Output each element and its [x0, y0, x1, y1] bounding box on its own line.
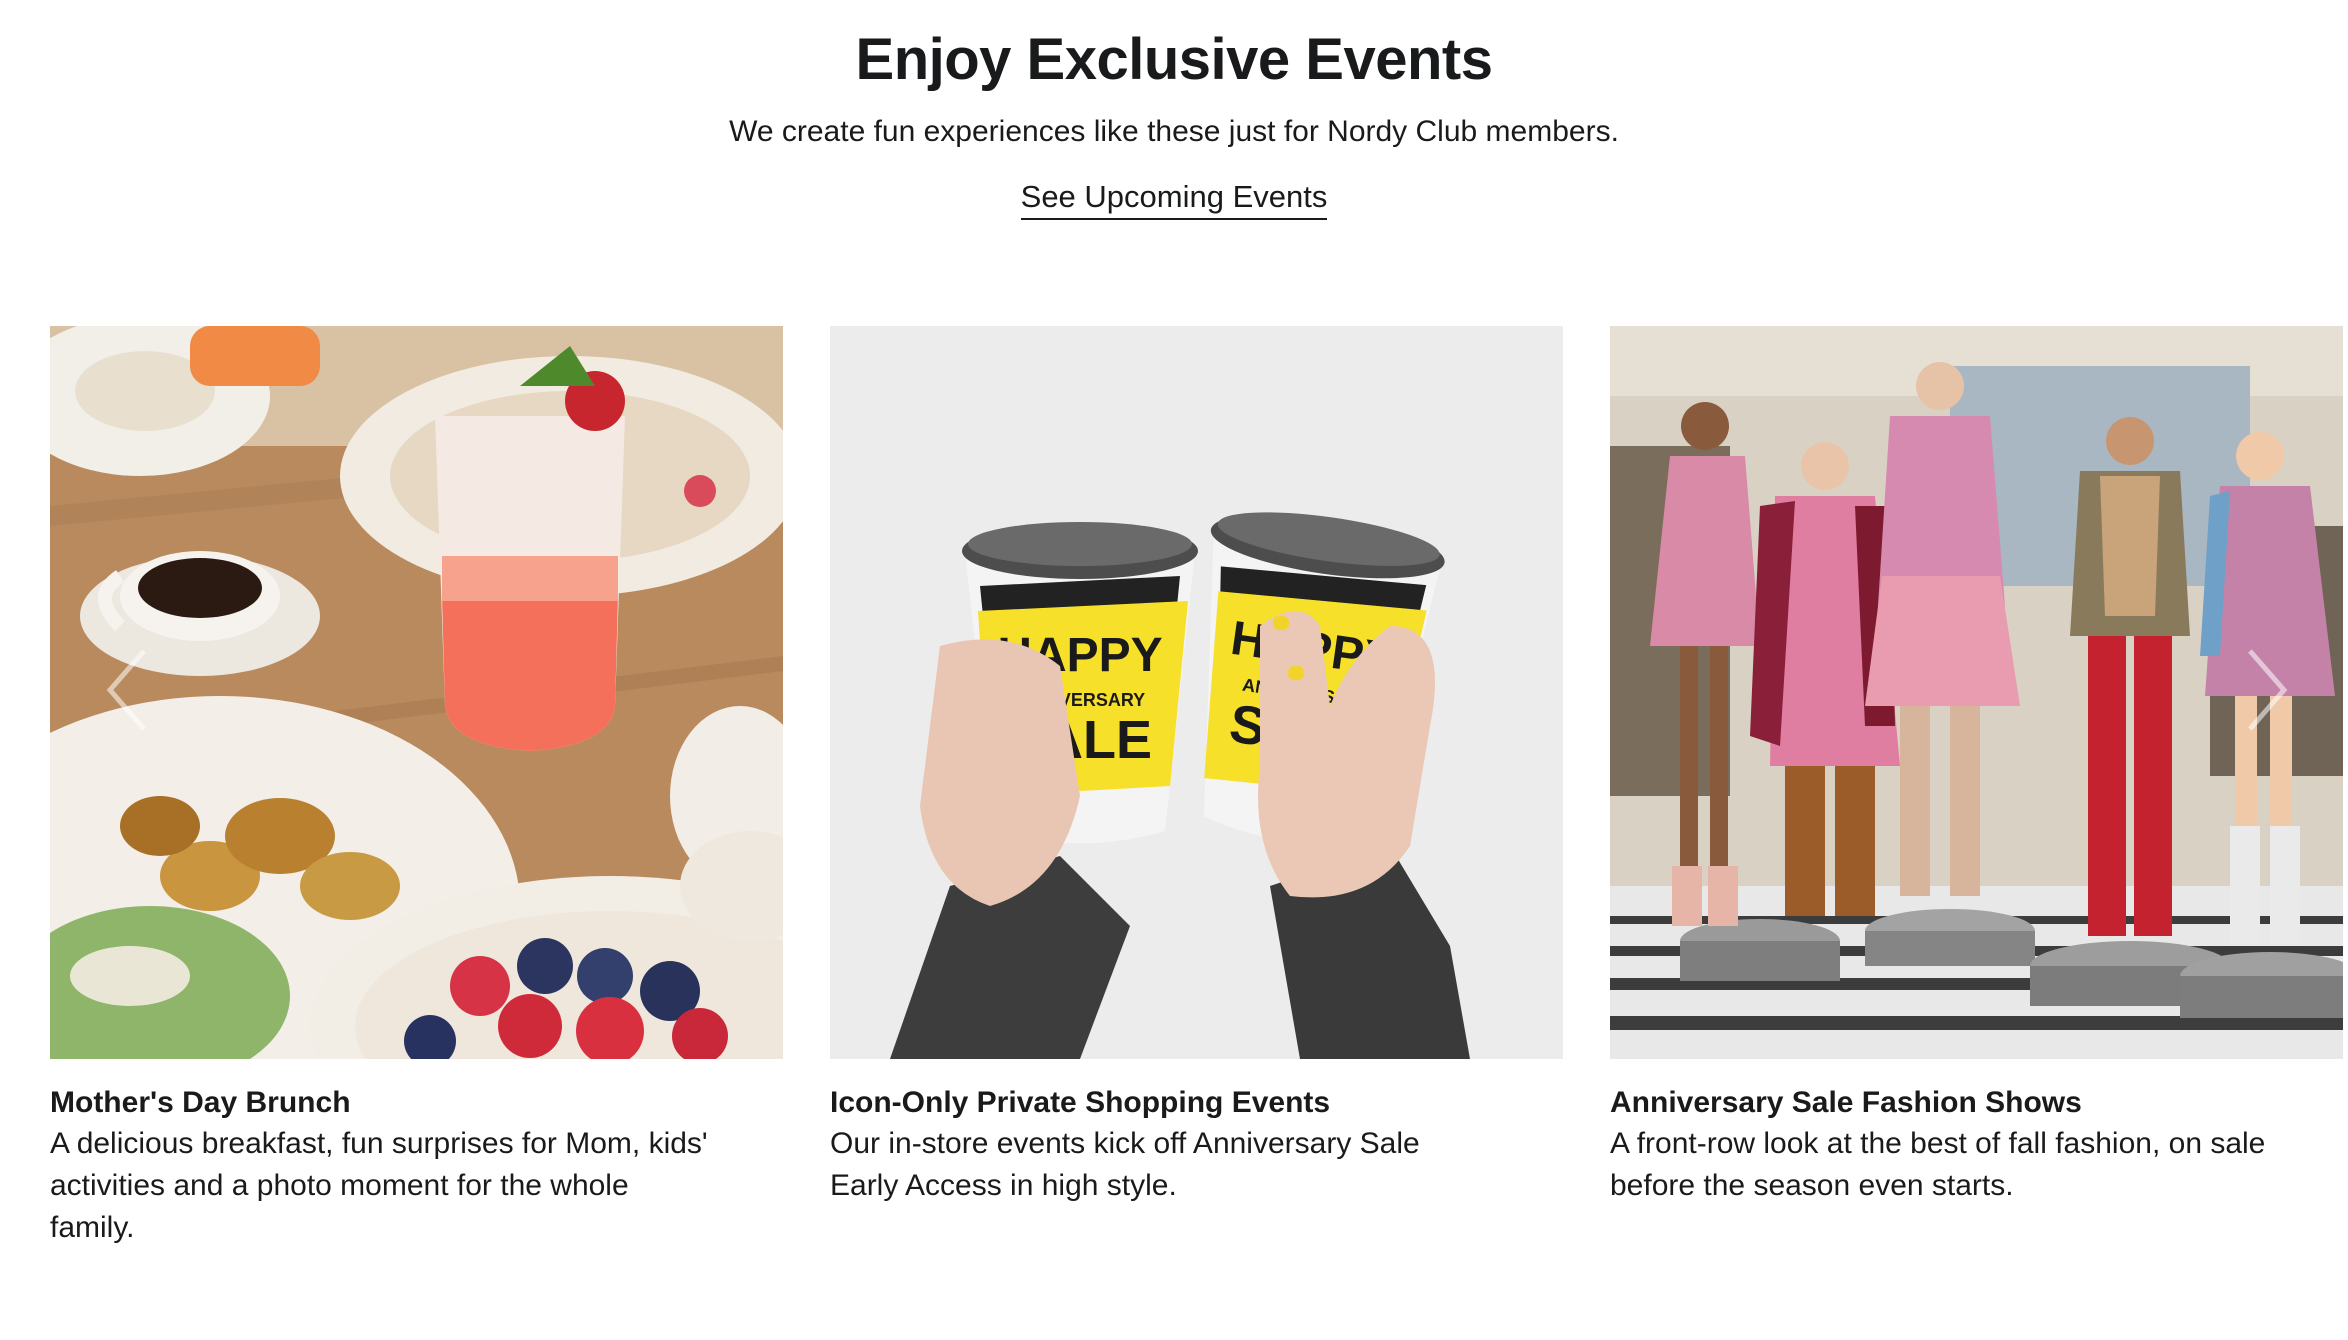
- event-card-description: A delicious breakfast, fun surprises for…: [50, 1127, 708, 1244]
- event-card-title: Mother's Day Brunch: [50, 1086, 351, 1119]
- section-header: Enjoy Exclusive Events We create fun exp…: [0, 24, 2348, 220]
- see-upcoming-events-link[interactable]: See Upcoming Events: [1020, 178, 1328, 220]
- event-card-title: Anniversary Sale Fashion Shows: [1610, 1086, 2082, 1119]
- event-card-description: Our in-store events kick off Anniversary…: [830, 1127, 1420, 1202]
- chevron-left-icon-glyph: [106, 649, 146, 731]
- brunch-photo[interactable]: [50, 326, 783, 1059]
- section-title: Enjoy Exclusive Events: [855, 27, 1493, 92]
- event-card-private-shopping[interactable]: HAPPY ANNIVERSARY SALE HAPPY: [830, 326, 1563, 1207]
- events-section: Enjoy Exclusive Events We create fun exp…: [0, 0, 2348, 1340]
- coffee-cups-photo[interactable]: HAPPY ANNIVERSARY SALE HAPPY: [830, 326, 1563, 1059]
- event-card-description: A front-row look at the best of fall fas…: [1610, 1127, 2266, 1202]
- fashion-show-photo[interactable]: [1610, 326, 2343, 1059]
- event-card-fashion-shows[interactable]: Anniversary Sale Fashion Shows A front-r…: [1610, 326, 2343, 1207]
- event-card-title: Icon-Only Private Shopping Events: [830, 1086, 1331, 1119]
- chevron-right-icon-glyph: [2248, 649, 2288, 731]
- section-subtitle: We create fun experiences like these jus…: [729, 115, 1619, 148]
- events-carousel: Mother's Day Brunch A delicious breakfas…: [50, 326, 2348, 1276]
- event-card-mothers-day-brunch[interactable]: Mother's Day Brunch A delicious breakfas…: [50, 326, 783, 1249]
- chevron-right-icon[interactable]: [2240, 645, 2294, 735]
- brunch-photo-illustration: [50, 326, 783, 1059]
- coffee-cups-photo-illustration: HAPPY ANNIVERSARY SALE HAPPY: [830, 326, 1563, 1059]
- fashion-show-photo-illustration: [1610, 326, 2343, 1059]
- chevron-left-icon[interactable]: [100, 645, 154, 735]
